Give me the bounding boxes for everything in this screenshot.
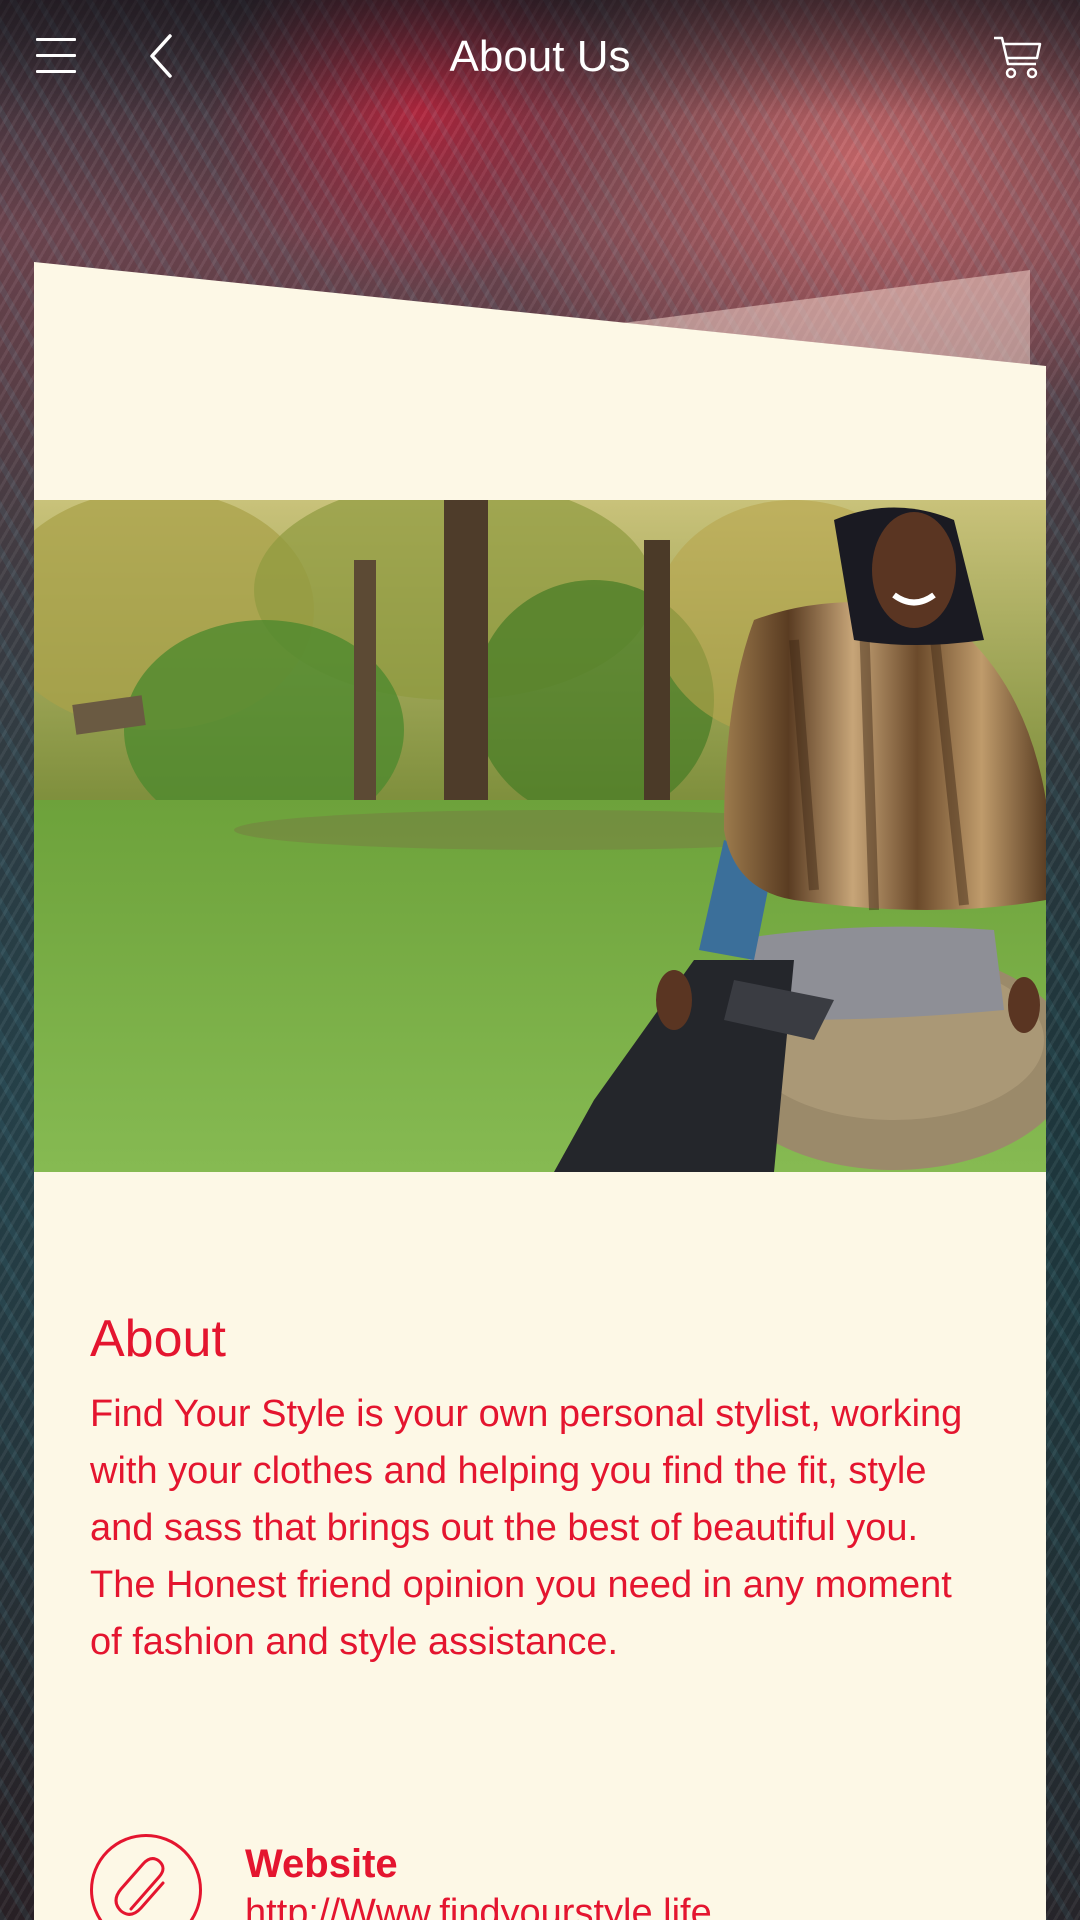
back-chevron-icon[interactable]	[140, 30, 184, 82]
page-title: About Us	[449, 32, 631, 81]
website-label: Website	[245, 1842, 398, 1886]
paperclip-icon[interactable]	[90, 1834, 202, 1920]
shopping-cart-icon[interactable]	[992, 30, 1044, 82]
website-link[interactable]: http://Www.findyourstyle.life	[245, 1890, 712, 1920]
hero-photo	[34, 500, 1046, 1172]
hamburger-menu-icon[interactable]	[34, 34, 80, 80]
about-description: Find Your Style is your own personal sty…	[90, 1393, 963, 1663]
top-navigation-bar: About Us	[0, 0, 1080, 116]
about-heading: About	[90, 1310, 226, 1368]
about-us-screen: About Us About Find Your Style is your o…	[0, 0, 1080, 1920]
